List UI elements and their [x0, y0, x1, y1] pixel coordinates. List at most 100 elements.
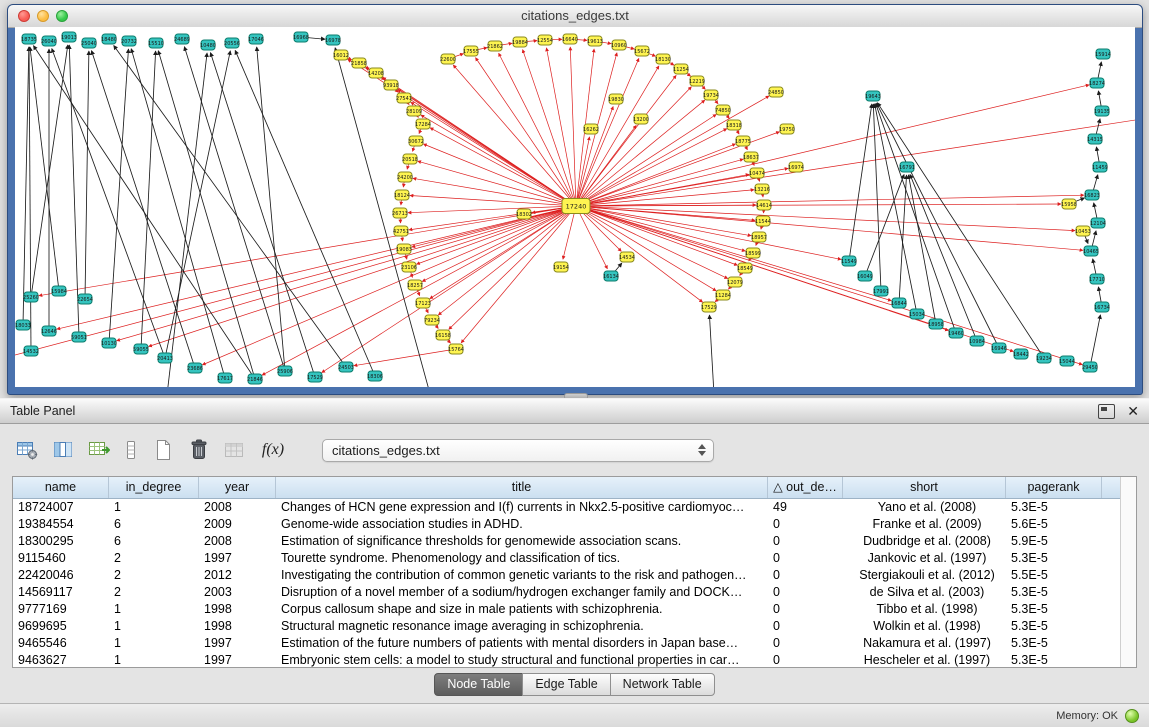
graph-node[interactable]: 15958 — [1061, 199, 1077, 209]
graph-node[interactable]: 19884 — [512, 37, 528, 47]
graph-node[interactable]: 16012 — [333, 50, 349, 60]
graph-node[interactable]: 16968 — [293, 32, 309, 42]
graph-node[interactable]: 18637 — [743, 152, 759, 162]
graph-node[interactable]: 19750 — [779, 124, 795, 134]
new-document-button[interactable] — [148, 435, 178, 465]
graph-node[interactable]: 16791 — [899, 162, 915, 172]
graph-node[interactable]: 17046 — [248, 34, 264, 44]
graph-node[interactable]: 20518 — [402, 154, 418, 164]
graph-node[interactable]: 19154 — [553, 262, 569, 272]
graph-node[interactable]: 18257 — [407, 280, 423, 290]
graph-node[interactable]: 19643 — [865, 91, 881, 101]
graph-node[interactable]: 17617 — [217, 373, 233, 383]
column-header-in_degree[interactable]: in_degree — [109, 477, 199, 498]
graph-node[interactable]: 14315 — [1087, 134, 1103, 144]
select-columns-button[interactable] — [48, 435, 78, 465]
graph-node[interactable]: 30672 — [408, 136, 424, 146]
table-disabled-button[interactable] — [220, 435, 250, 465]
graph-node[interactable]: 10474 — [749, 168, 765, 178]
graph-node[interactable]: 18958 — [928, 319, 944, 329]
graph-node[interactable]: 16049 — [857, 271, 873, 281]
graph-node[interactable]: 17529 — [307, 372, 323, 382]
graph-node[interactable]: 12104 — [1090, 218, 1106, 228]
graph-node[interactable]: 11459 — [1092, 162, 1108, 172]
graph-node[interactable]: 18302 — [516, 209, 532, 219]
table-row[interactable]: 946362711997Embryonic stem cells: a mode… — [13, 652, 1136, 668]
table-settings-button[interactable] — [12, 435, 42, 465]
graph-node[interactable]: 15510 — [148, 38, 164, 48]
table-row[interactable]: 1830029562008Estimation of significance … — [13, 533, 1136, 550]
graph-node[interactable]: 14208 — [368, 68, 384, 78]
graph-node[interactable]: 16262 — [583, 124, 599, 134]
graph-node[interactable]: 19083 — [396, 244, 412, 254]
graph-node[interactable]: 27541 — [396, 93, 412, 103]
graph-node[interactable]: 24850 — [768, 87, 784, 97]
graph-node[interactable]: 59055 — [133, 344, 149, 354]
graph-node[interactable]: 18130 — [655, 54, 671, 64]
table-import-button[interactable] — [84, 435, 114, 465]
minimize-button[interactable] — [37, 10, 49, 22]
graph-node[interactable]: 18549 — [737, 263, 753, 273]
graph-node[interactable]: 16978 — [325, 35, 341, 45]
graph-node[interactable]: 42751 — [393, 226, 409, 236]
graph-node[interactable]: 19013 — [61, 32, 77, 42]
graph-node[interactable]: 18480 — [101, 34, 117, 44]
network-table-selector[interactable]: citations_edges.txt — [322, 439, 714, 462]
zoom-button[interactable] — [56, 10, 68, 22]
graph-node[interactable]: 18124 — [394, 190, 410, 200]
graph-node[interactable]: 11544 — [755, 216, 771, 226]
close-button[interactable] — [18, 10, 30, 22]
graph-node[interactable]: 17555 — [463, 46, 479, 56]
table-row[interactable]: 1456911722003Disruption of a novel membe… — [13, 584, 1136, 601]
graph-node[interactable]: 22600 — [440, 54, 456, 64]
graph-node[interactable]: 13216 — [754, 184, 770, 194]
graph-node[interactable]: 25040 — [81, 38, 97, 48]
graph-node[interactable]: 16158 — [435, 330, 451, 340]
graph-node[interactable]: 24200 — [397, 172, 413, 182]
graph-node[interactable]: 79234 — [424, 315, 440, 325]
graph-node[interactable]: 29450 — [1082, 362, 1098, 372]
graph-node[interactable]: 16734 — [1094, 302, 1110, 312]
table-row[interactable]: 977716911998Corpus callosum shape and si… — [13, 601, 1136, 618]
graph-node[interactable]: 16134 — [603, 271, 619, 281]
graph-node[interactable]: 19234 — [1036, 353, 1052, 363]
column-header-name[interactable]: name — [13, 477, 109, 498]
column-header-title[interactable]: title — [276, 477, 768, 498]
graph-node[interactable]: 16844 — [891, 298, 907, 308]
row-detail-button[interactable] — [120, 435, 142, 465]
graph-node[interactable]: 93918 — [383, 80, 399, 90]
graph-node[interactable]: 24503 — [338, 362, 354, 372]
graph-node[interactable]: 19734 — [703, 90, 719, 100]
graph-node[interactable]: 16640 — [562, 34, 578, 44]
graph-node[interactable]: 25906 — [277, 366, 293, 376]
graph-node[interactable]: 19830 — [608, 94, 624, 104]
graph-node[interactable]: 74850 — [715, 105, 731, 115]
graph-node[interactable]: 17529 — [701, 302, 717, 312]
graph-node[interactable]: 15044 — [1059, 356, 1075, 366]
graph-node[interactable]: 19135 — [1094, 106, 1110, 116]
graph-node[interactable]: 18957 — [751, 232, 767, 242]
graph-node[interactable]: 10465 — [1083, 246, 1099, 256]
graph-node[interactable]: 17284 — [415, 119, 431, 129]
graph-node[interactable]: 20556 — [224, 38, 240, 48]
graph-node[interactable]: 18274 — [1089, 78, 1105, 88]
graph-node[interactable]: 18306 — [367, 371, 383, 381]
window-titlebar[interactable]: citations_edges.txt — [8, 5, 1142, 28]
graph-node[interactable]: 14532 — [23, 346, 39, 356]
graph-node[interactable]: 18599 — [745, 248, 761, 258]
table-row[interactable]: 1938455462009Genome-wide association stu… — [13, 516, 1136, 533]
graph-node[interactable]: 14534 — [619, 252, 635, 262]
delete-button[interactable] — [184, 435, 214, 465]
column-header-year[interactable]: year — [199, 477, 276, 498]
table-scrollbar[interactable] — [1120, 477, 1136, 667]
graph-node[interactable]: 24689 — [174, 34, 190, 44]
graph-node[interactable]: 11549 — [841, 256, 857, 266]
graph-node[interactable]: 11254 — [673, 64, 689, 74]
graph-node[interactable]: 10453 — [1075, 226, 1091, 236]
graph-node[interactable]: 16974 — [788, 162, 804, 172]
graph-node[interactable]: 21846 — [247, 374, 263, 384]
table-row[interactable]: 1872400712008Changes of HCN gene express… — [13, 499, 1136, 516]
column-header-short[interactable]: short — [843, 477, 1006, 498]
graph-node[interactable]: 18775 — [735, 136, 751, 146]
tab-network-table[interactable]: Network Table — [610, 673, 715, 696]
